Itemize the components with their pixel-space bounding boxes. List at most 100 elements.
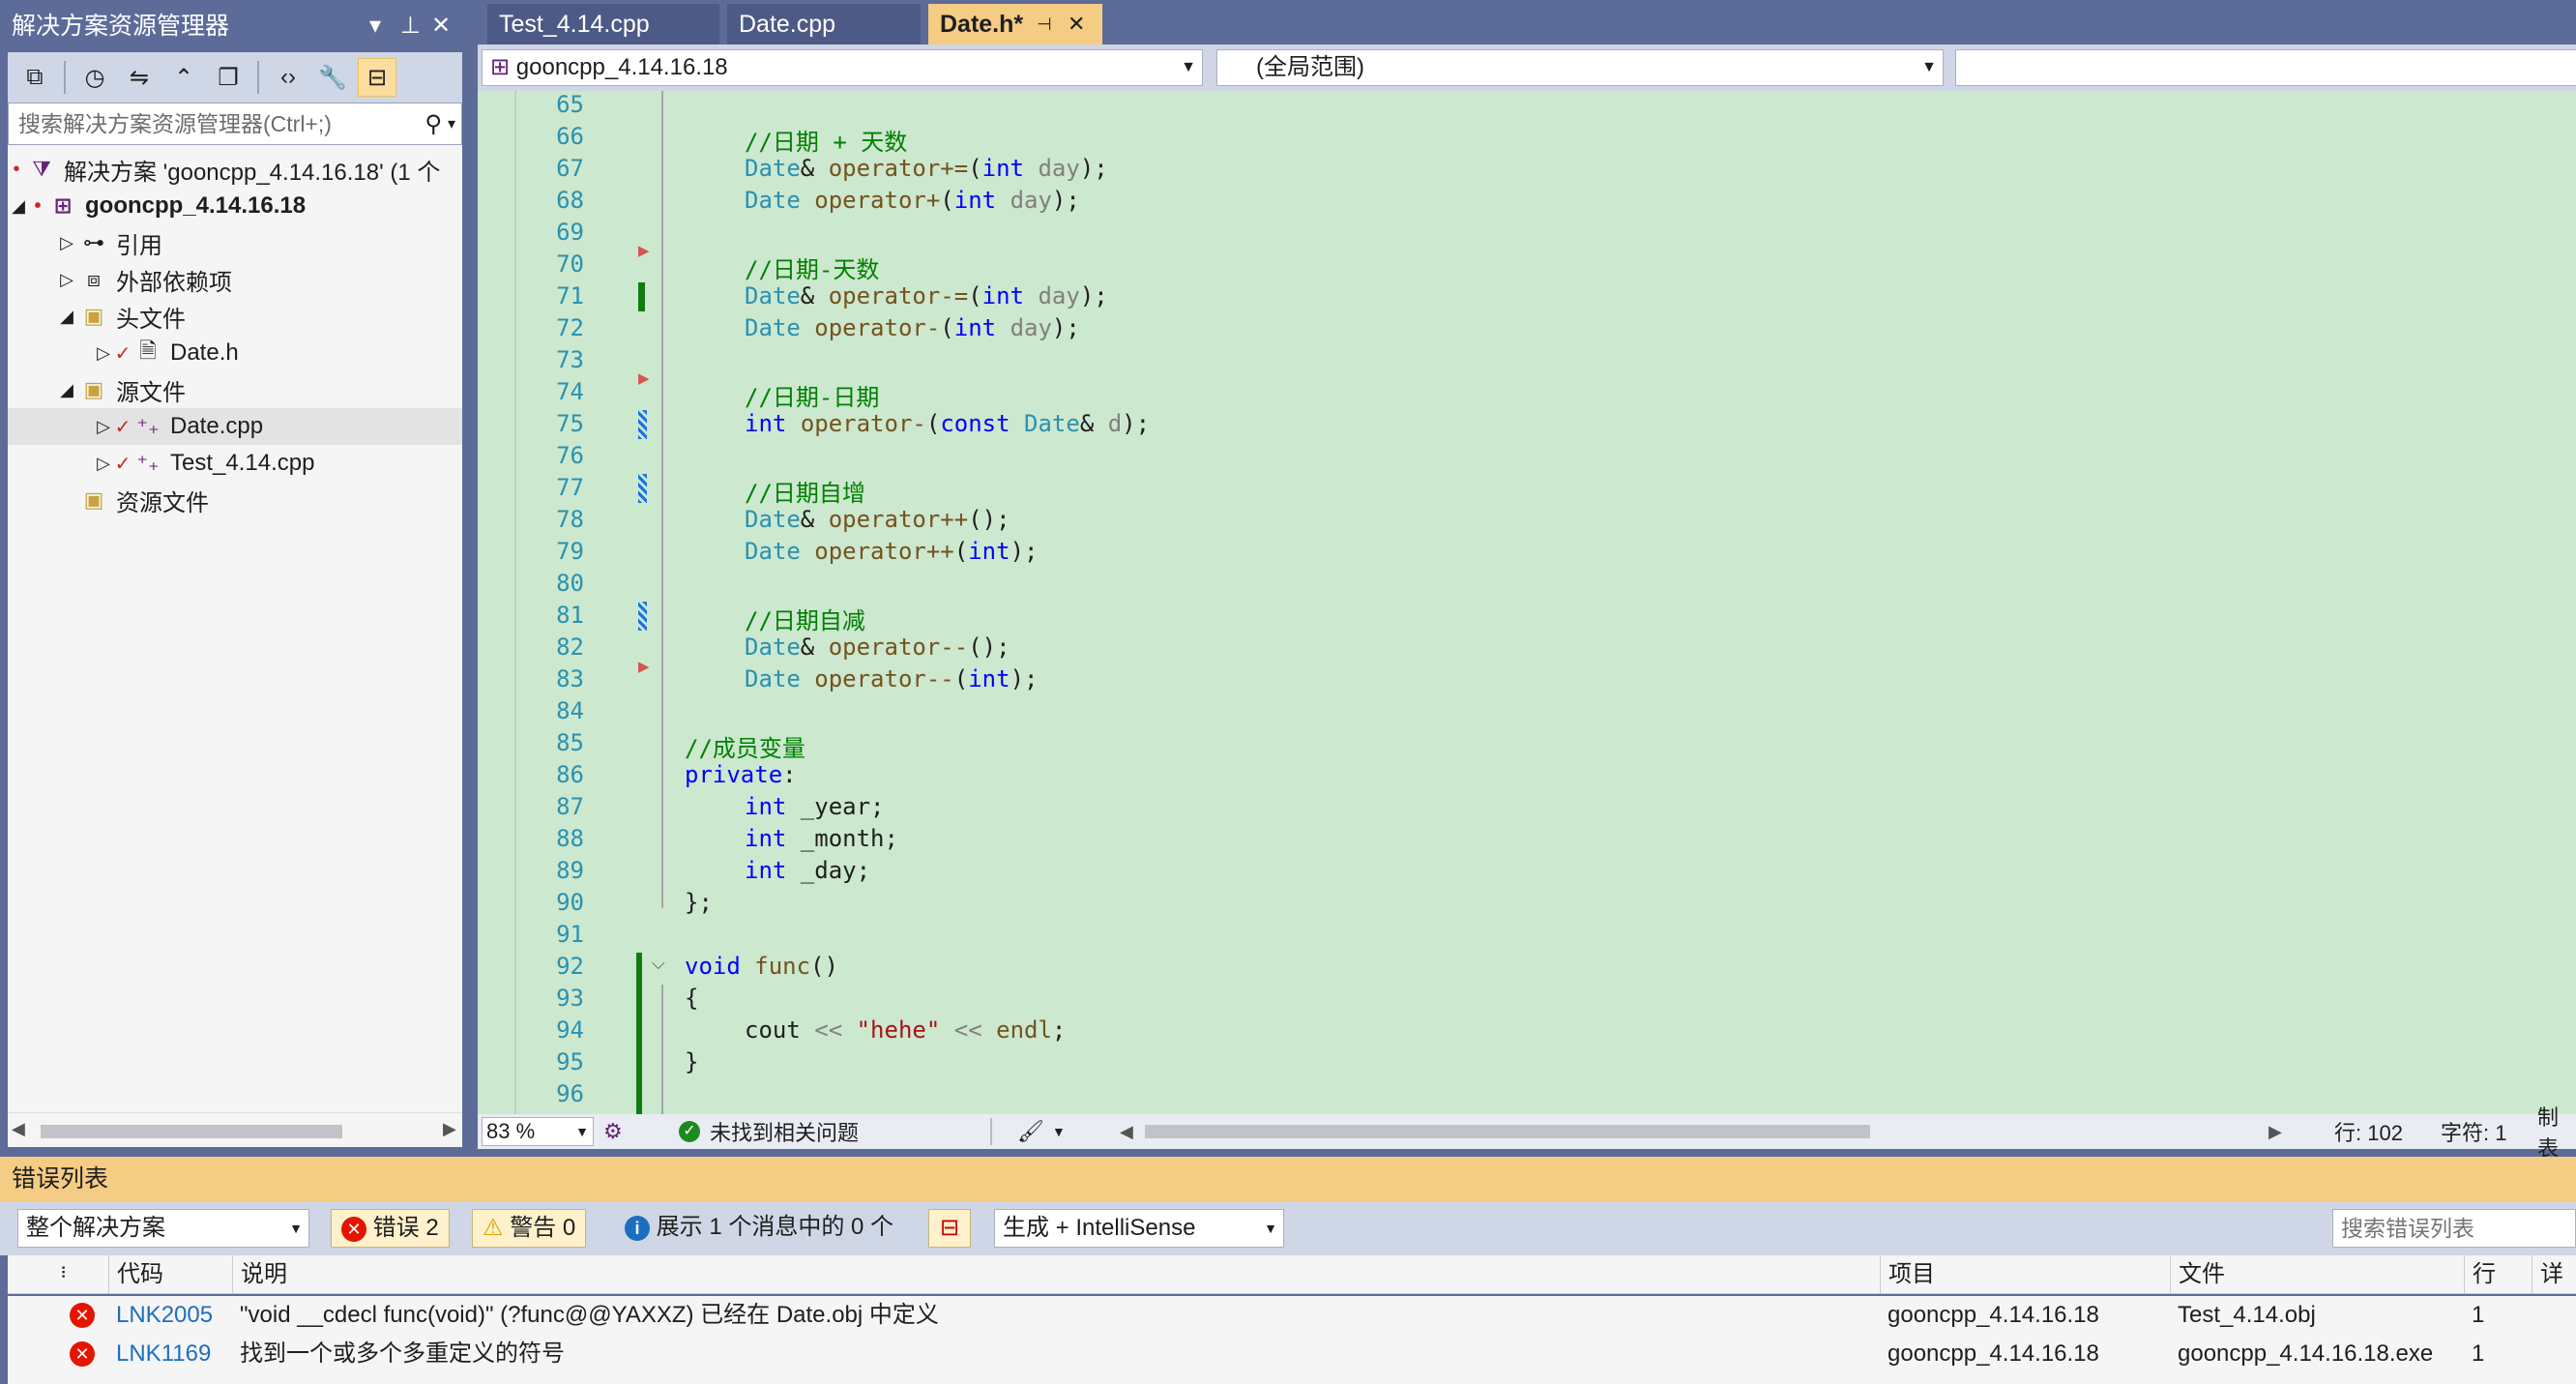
column-header-project[interactable]: 项目 <box>1880 1255 1935 1294</box>
collapse-all-icon[interactable]: ⌃ <box>164 58 203 97</box>
scroll-left-icon[interactable]: ◀ <box>1120 1122 1133 1142</box>
show-all-files-icon[interactable]: ❐ <box>209 58 248 97</box>
column-header-code[interactable]: 代码 <box>108 1255 163 1294</box>
pending-changes-filter-icon[interactable]: ◷ <box>75 58 114 97</box>
error-scope-dropdown[interactable]: 整个解决方案 ▼ <box>17 1209 309 1248</box>
solution-explorer-horizontal-scrollbar[interactable]: ◀ ▶ <box>8 1112 462 1147</box>
error-icon: ✕ <box>70 1341 95 1367</box>
tab-date-h[interactable]: Date.h* ⊣ ✕ <box>928 4 1102 44</box>
build-intellisense-dropdown[interactable]: 生成 + IntelliSense ▼ <box>994 1209 1284 1248</box>
expanded-arrow-icon[interactable]: ◢ <box>56 307 77 327</box>
filter-errors-icon[interactable]: ⊟ <box>928 1209 971 1248</box>
search-icon[interactable]: ⚲ <box>419 110 448 138</box>
expanded-arrow-icon[interactable]: ◢ <box>8 196 29 217</box>
member-dropdown[interactable] <box>1955 49 2576 86</box>
line-number: 65 <box>556 91 584 118</box>
chevron-down-icon: ▼ <box>1181 59 1196 75</box>
search-options-dropdown-icon[interactable]: ▾ <box>448 114 461 133</box>
column-header-line[interactable]: 行 <box>2464 1255 2496 1294</box>
code-line: int _month; <box>745 825 898 852</box>
project-dropdown[interactable]: ⊞ gooncpp_4.14.16.18 ▼ <box>482 49 1203 86</box>
scope-dropdown[interactable]: (全局范围) ▼ <box>1216 49 1944 86</box>
messages-filter-button[interactable]: i 展示 1 个消息中的 0 个 <box>615 1209 903 1248</box>
error-list-toolbar: 整个解决方案 ▼ ✕ 错误 2 ⚠ 警告 0 i 展示 1 个消息中的 0 个 … <box>0 1201 2576 1255</box>
line-number: 93 <box>556 985 584 1012</box>
tree-item-resource-files[interactable]: ▣ 资源文件 <box>8 482 462 518</box>
tree-item-header-files[interactable]: ◢ ▣ 头文件 <box>8 298 462 335</box>
breakpoint-marker-icon[interactable]: ▶ <box>638 242 650 259</box>
scrollbar-thumb[interactable] <box>41 1125 342 1138</box>
warnings-filter-button[interactable]: ⚠ 警告 0 <box>472 1209 587 1248</box>
filter-folder-icon: ▣ <box>83 304 104 328</box>
code-line: Date& operator-=(int day); <box>745 282 1108 309</box>
chevron-down-icon[interactable]: ▼ <box>1052 1124 1066 1139</box>
collapsed-arrow-icon[interactable]: ▷ <box>93 417 114 437</box>
error-row[interactable]: ✕ LNK1169 找到一个或多个多重定义的符号 gooncpp_4.14.16… <box>8 1335 2576 1373</box>
code-line: //日期-日期 <box>745 384 880 411</box>
scroll-right-icon[interactable]: ▶ <box>2269 1122 2282 1142</box>
breakpoint-marker-icon[interactable]: ▶ <box>638 369 650 387</box>
zoom-dropdown[interactable]: 83 % ▼ <box>482 1117 594 1146</box>
tree-item-project[interactable]: ◢ • ⊞ gooncpp_4.14.16.18 <box>8 188 462 224</box>
tree-item-solution[interactable]: • ⧩ 解决方案 'gooncpp_4.14.16.18' (1 个 <box>8 151 462 188</box>
error-row[interactable]: ✕ LNK2005 "void __cdecl func(void)" (?fu… <box>8 1296 2576 1335</box>
pin-icon[interactable]: ⊥ <box>400 0 421 52</box>
column-header-details[interactable]: 详细 <box>2532 1255 2576 1326</box>
properties-wrench-icon[interactable]: 🔧 <box>313 58 352 97</box>
chevron-down-icon: ▼ <box>1264 1221 1277 1236</box>
saved-change-marker <box>638 282 645 311</box>
errors-filter-button[interactable]: ✕ 错误 2 <box>331 1209 450 1248</box>
tree-item-source-files[interactable]: ◢ ▣ 源文件 <box>8 371 462 408</box>
tab-date-cpp[interactable]: Date.cpp <box>727 4 921 44</box>
scroll-left-icon[interactable]: ◀ <box>12 1119 25 1139</box>
intellicode-icon[interactable]: ⚙ <box>603 1119 623 1144</box>
collapsed-arrow-icon[interactable]: ▷ <box>93 343 114 364</box>
error-code-link[interactable]: LNK2005 <box>116 1296 213 1335</box>
tree-item-external-deps[interactable]: ▷ ⧈ 外部依赖项 <box>8 261 462 298</box>
view-code-icon[interactable]: ‹› <box>269 58 307 97</box>
column-header-file[interactable]: 文件 <box>2170 1255 2225 1294</box>
error-project: gooncpp_4.14.16.18 <box>1888 1302 2099 1328</box>
error-code-link[interactable]: LNK1169 <box>116 1335 211 1373</box>
line-number: 94 <box>556 1016 584 1044</box>
collapse-region-icon[interactable]: ⌵ <box>652 954 665 974</box>
close-tab-icon[interactable]: ✕ <box>1068 4 1085 44</box>
indent-mode[interactable]: 制表 <box>2537 1101 2576 1163</box>
error-line: 1 <box>2472 1302 2485 1328</box>
error-file: gooncpp_4.14.16.18.exe <box>2178 1340 2434 1367</box>
line-number: 69 <box>556 219 584 246</box>
editor-horizontal-scrollbar-thumb[interactable] <box>1145 1125 1870 1138</box>
preview-selected-items-icon[interactable]: ⊟ <box>358 58 396 97</box>
code-line: Date& operator+=(int day); <box>745 155 1108 182</box>
column-header-description[interactable]: 说明 <box>232 1255 287 1294</box>
error-list-header: ⠇ 代码 说明 项目 文件 行 详细 <box>8 1255 2576 1326</box>
close-icon[interactable]: ✕ <box>431 0 451 52</box>
error-description: "void __cdecl func(void)" (?func@@YAXXZ)… <box>240 1302 939 1328</box>
tree-item-test-cpp[interactable]: ▷ ✓ ⁺₊ Test_4.14.cpp <box>8 445 462 482</box>
tree-item-date-h[interactable]: ▷ ✓ 🗎 Date.h <box>8 335 462 371</box>
tree-item-references[interactable]: ▷ ⊶ 引用 <box>8 224 462 261</box>
expanded-arrow-icon[interactable]: ◢ <box>56 380 77 400</box>
document-tabs: Test_4.14.cpp Date.cpp Date.h* ⊣ ✕ <box>478 0 2576 44</box>
switch-views-icon[interactable]: ⧉ <box>15 58 54 97</box>
error-list-search-input[interactable] <box>2332 1209 2576 1248</box>
sync-with-active-document-icon[interactable]: ⇋ <box>120 58 159 97</box>
tree-item-date-cpp[interactable]: ▷ ✓ ⁺₊ Date.cpp <box>8 408 462 445</box>
editor-gutter <box>478 91 516 1114</box>
issues-status[interactable]: 未找到相关问题 <box>710 1116 859 1147</box>
solution-explorer-search-input[interactable] <box>9 110 420 137</box>
tab-test-cpp[interactable]: Test_4.14.cpp <box>487 4 719 44</box>
breakpoint-marker-icon[interactable]: ▶ <box>638 658 650 675</box>
pin-tab-icon[interactable]: ⊣ <box>1037 4 1052 44</box>
code-cleanup-brush-icon[interactable]: 🖌 <box>1017 1119 1044 1144</box>
dropdown-icon[interactable]: ▾ <box>369 0 381 52</box>
collapsed-arrow-icon[interactable]: ▷ <box>93 454 114 474</box>
code-line: cout << "hehe" << endl; <box>745 1016 1067 1044</box>
outline-guide <box>661 985 663 1114</box>
collapsed-arrow-icon[interactable]: ▷ <box>56 270 77 290</box>
code-line: //日期-天数 <box>745 256 880 283</box>
change-marker <box>638 410 647 439</box>
code-editor[interactable]: 65 66 67 68 69 70 71 72 73 74 75 76 77 7… <box>478 91 2576 1114</box>
collapsed-arrow-icon[interactable]: ▷ <box>56 233 77 253</box>
scroll-right-icon[interactable]: ▶ <box>443 1119 456 1139</box>
